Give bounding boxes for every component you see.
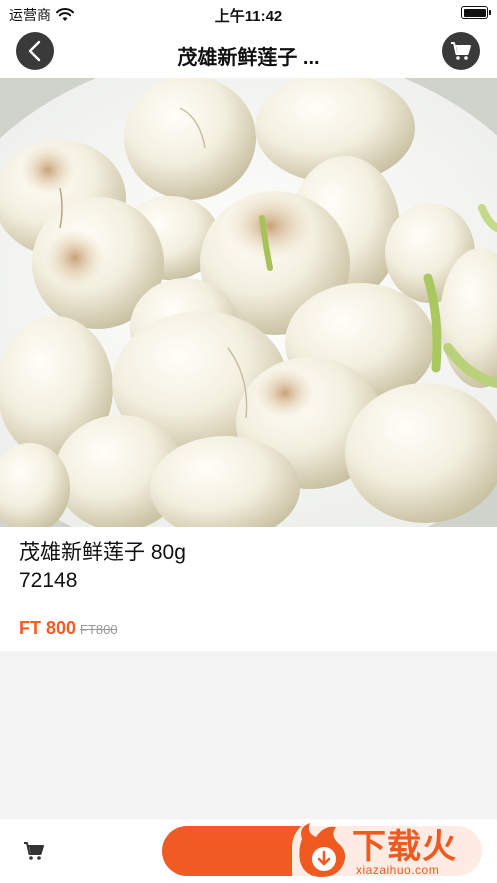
- watermark: 下载火 xiazaihuo.com: [292, 819, 497, 883]
- cart-button[interactable]: [442, 32, 480, 70]
- shopping-cart-icon[interactable]: [23, 840, 45, 862]
- product-image: [0, 78, 497, 527]
- battery-icon: [461, 6, 491, 19]
- product-code: 72148: [19, 569, 78, 592]
- product-name: 茂雄新鲜莲子 80g: [19, 541, 186, 564]
- chevron-left-icon: [28, 40, 41, 62]
- nav-bar: 茂雄新鲜莲子 ...: [0, 26, 497, 78]
- original-price: FT800: [80, 622, 118, 637]
- watermark-title: 下载火: [352, 827, 457, 867]
- watermark-url: xiazaihuo.com: [356, 863, 440, 877]
- status-time: 上午11:42: [214, 8, 283, 25]
- shopping-cart-icon: [451, 42, 471, 60]
- flame-logo-icon: [299, 823, 346, 877]
- lotus-seeds-photo: [0, 78, 497, 527]
- page-title: 茂雄新鲜莲子 ...: [177, 47, 320, 69]
- back-button[interactable]: [16, 32, 54, 70]
- price-row: FT 800 FT800: [19, 618, 118, 639]
- status-bar: 运营商 上午11:42: [0, 0, 497, 26]
- current-price: FT 800: [19, 618, 77, 638]
- product-info-card: 茂雄新鲜莲子 80g 72148 FT 800 FT800: [0, 527, 497, 651]
